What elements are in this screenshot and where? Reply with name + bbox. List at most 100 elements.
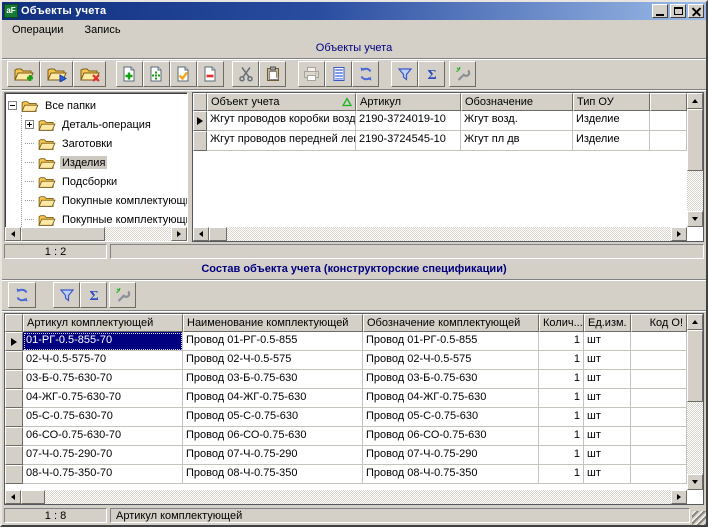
components-row-5[interactable]: 05-С-0.75-630-70 Провод 05-С-0.75-630 Пр… (5, 408, 703, 427)
cell-article[interactable]: 06-СО-0.75-630-70 (23, 427, 183, 446)
refresh-button[interactable] (352, 61, 379, 87)
cell-name[interactable]: Провод 07-Ч-0.75-290 (183, 446, 363, 465)
scroll-left-button[interactable] (5, 227, 21, 241)
cell-unit[interactable]: шт (584, 427, 631, 446)
tree-item-label[interactable]: Покупные комплектующи (60, 194, 187, 207)
column-header-code[interactable]: Код О! (631, 314, 687, 332)
cell-name[interactable]: Провод 01-РГ-0.5-855 (183, 332, 363, 351)
cell-quantity[interactable]: 1 (539, 389, 584, 408)
tree-item-subassemblies[interactable]: Подсборки (8, 172, 187, 191)
scrollbar-thumb[interactable] (687, 330, 703, 402)
cell-designation[interactable]: Жгут возд. (461, 111, 573, 131)
cell-code[interactable] (631, 446, 687, 465)
cell-quantity[interactable]: 1 (539, 351, 584, 370)
components-row-1[interactable]: 01-РГ-0.5-855-70 Провод 01-РГ-0.5-855 Пр… (5, 332, 703, 351)
expand-icon[interactable] (25, 120, 34, 129)
collapse-icon[interactable] (8, 101, 17, 110)
cell-article[interactable]: 07-Ч-0.75-290-70 (23, 446, 183, 465)
tree-horizontal-scrollbar[interactable] (5, 227, 187, 241)
scroll-left-button[interactable] (5, 490, 21, 504)
scroll-down-button[interactable] (687, 474, 703, 490)
cell-article[interactable]: 08-Ч-0.75-350-70 (23, 465, 183, 484)
cell-quantity[interactable]: 1 (539, 465, 584, 484)
filter-button[interactable] (53, 282, 80, 308)
cell-designation[interactable]: Провод 02-Ч-0.5-575 (363, 351, 539, 370)
cell-quantity[interactable]: 1 (539, 408, 584, 427)
cell-designation[interactable]: Жгут пл дв (461, 131, 573, 151)
cell-type[interactable]: Изделие (573, 131, 650, 151)
cell-article[interactable]: 05-С-0.75-630-70 (23, 408, 183, 427)
close-button[interactable] (688, 4, 704, 18)
columns-button[interactable] (325, 61, 352, 87)
scroll-right-button[interactable] (171, 227, 187, 241)
folder-delete-button[interactable] (73, 61, 106, 87)
cell-object[interactable]: Жгут проводов передней лев (207, 131, 356, 151)
menu-record[interactable]: Запись (81, 22, 123, 38)
tree-item-label[interactable]: Заготовки (60, 137, 114, 150)
record-add-button[interactable] (116, 61, 143, 87)
column-header-object[interactable]: Объект учета (207, 93, 356, 111)
tree-item-purchased-1[interactable]: Покупные комплектующи (8, 191, 187, 210)
tree-item-products[interactable]: Изделия (8, 153, 187, 172)
cell-quantity[interactable]: 1 (539, 427, 584, 446)
components-row-6[interactable]: 06-СО-0.75-630-70 Провод 06-СО-0.75-630 … (5, 427, 703, 446)
cell-article-selected[interactable]: 01-РГ-0.5-855-70 (23, 332, 183, 351)
scroll-left-button[interactable] (193, 227, 209, 241)
cell-code[interactable] (631, 427, 687, 446)
scrollbar-thumb[interactable] (21, 490, 45, 504)
tree-item-label[interactable]: Подсборки (60, 175, 119, 188)
tree-item-label[interactable]: Все папки (43, 99, 98, 112)
record-add-child-button[interactable] (143, 61, 170, 87)
folder-add-button[interactable] (7, 61, 40, 87)
settings-button[interactable] (109, 282, 136, 308)
column-header-type[interactable]: Тип ОУ (573, 93, 650, 111)
cell-designation[interactable]: Провод 07-Ч-0.75-290 (363, 446, 539, 465)
column-header-article[interactable]: Артикул комплектующей (23, 314, 183, 332)
cell-name[interactable]: Провод 02-Ч-0.5-575 (183, 351, 363, 370)
tree-item-label-selected[interactable]: Изделия (60, 156, 107, 169)
tree-item-purchased-2[interactable]: Покупные комплектующи (8, 210, 187, 227)
refresh-button[interactable] (8, 282, 36, 308)
print-button[interactable] (298, 61, 325, 87)
menu-operations[interactable]: Операции (9, 22, 66, 38)
scroll-up-button[interactable] (687, 93, 703, 109)
scroll-up-button[interactable] (687, 314, 703, 330)
cell-quantity[interactable]: 1 (539, 370, 584, 389)
cell-designation[interactable]: Провод 05-С-0.75-630 (363, 408, 539, 427)
cell-type[interactable]: Изделие (573, 111, 650, 131)
objects-row-2[interactable]: Жгут проводов передней лев 2190-3724545-… (193, 131, 703, 151)
cell-quantity[interactable]: 1 (539, 332, 584, 351)
cell-unit[interactable]: шт (584, 351, 631, 370)
column-header-designation[interactable]: Обозначение комплектующей (363, 314, 539, 332)
cell-unit[interactable]: шт (584, 446, 631, 465)
cell-unit[interactable]: шт (584, 465, 631, 484)
components-row-3[interactable]: 03-Б-0.75-630-70 Провод 03-Б-0.75-630 Пр… (5, 370, 703, 389)
cell-article[interactable]: 03-Б-0.75-630-70 (23, 370, 183, 389)
paste-button[interactable] (259, 61, 286, 87)
column-header-quantity[interactable]: Колич... (539, 314, 584, 332)
tree-item-label[interactable]: Деталь-операция (60, 118, 153, 131)
cell-unit[interactable]: шт (584, 370, 631, 389)
cell-article[interactable]: 02-Ч-0.5-575-70 (23, 351, 183, 370)
cell-unit[interactable]: шт (584, 408, 631, 427)
cell-code[interactable] (631, 389, 687, 408)
cell-quantity[interactable]: 1 (539, 446, 584, 465)
cell-name[interactable]: Провод 03-Б-0.75-630 (183, 370, 363, 389)
scrollbar-thumb[interactable] (21, 227, 105, 241)
cell-article[interactable]: 2190-3724019-10 (356, 111, 461, 131)
components-vertical-scrollbar[interactable] (687, 314, 703, 490)
scroll-right-button[interactable] (671, 227, 687, 241)
cell-empty[interactable] (650, 111, 687, 131)
cell-code[interactable] (631, 332, 687, 351)
tree-item-detail-operation[interactable]: Деталь-операция (8, 115, 187, 134)
cell-name[interactable]: Провод 05-С-0.75-630 (183, 408, 363, 427)
cell-code[interactable] (631, 408, 687, 427)
objects-horizontal-scrollbar[interactable] (193, 227, 687, 241)
column-header-name[interactable]: Наименование комплектующей (183, 314, 363, 332)
cell-name[interactable]: Провод 08-Ч-0.75-350 (183, 465, 363, 484)
tree-item-all-folders[interactable]: Все папки (8, 96, 187, 115)
cell-designation[interactable]: Провод 03-Б-0.75-630 (363, 370, 539, 389)
scroll-down-button[interactable] (687, 211, 703, 227)
cell-object[interactable]: Жгут проводов коробки возд (207, 111, 356, 131)
column-header-unit[interactable]: Ед.изм. (584, 314, 631, 332)
